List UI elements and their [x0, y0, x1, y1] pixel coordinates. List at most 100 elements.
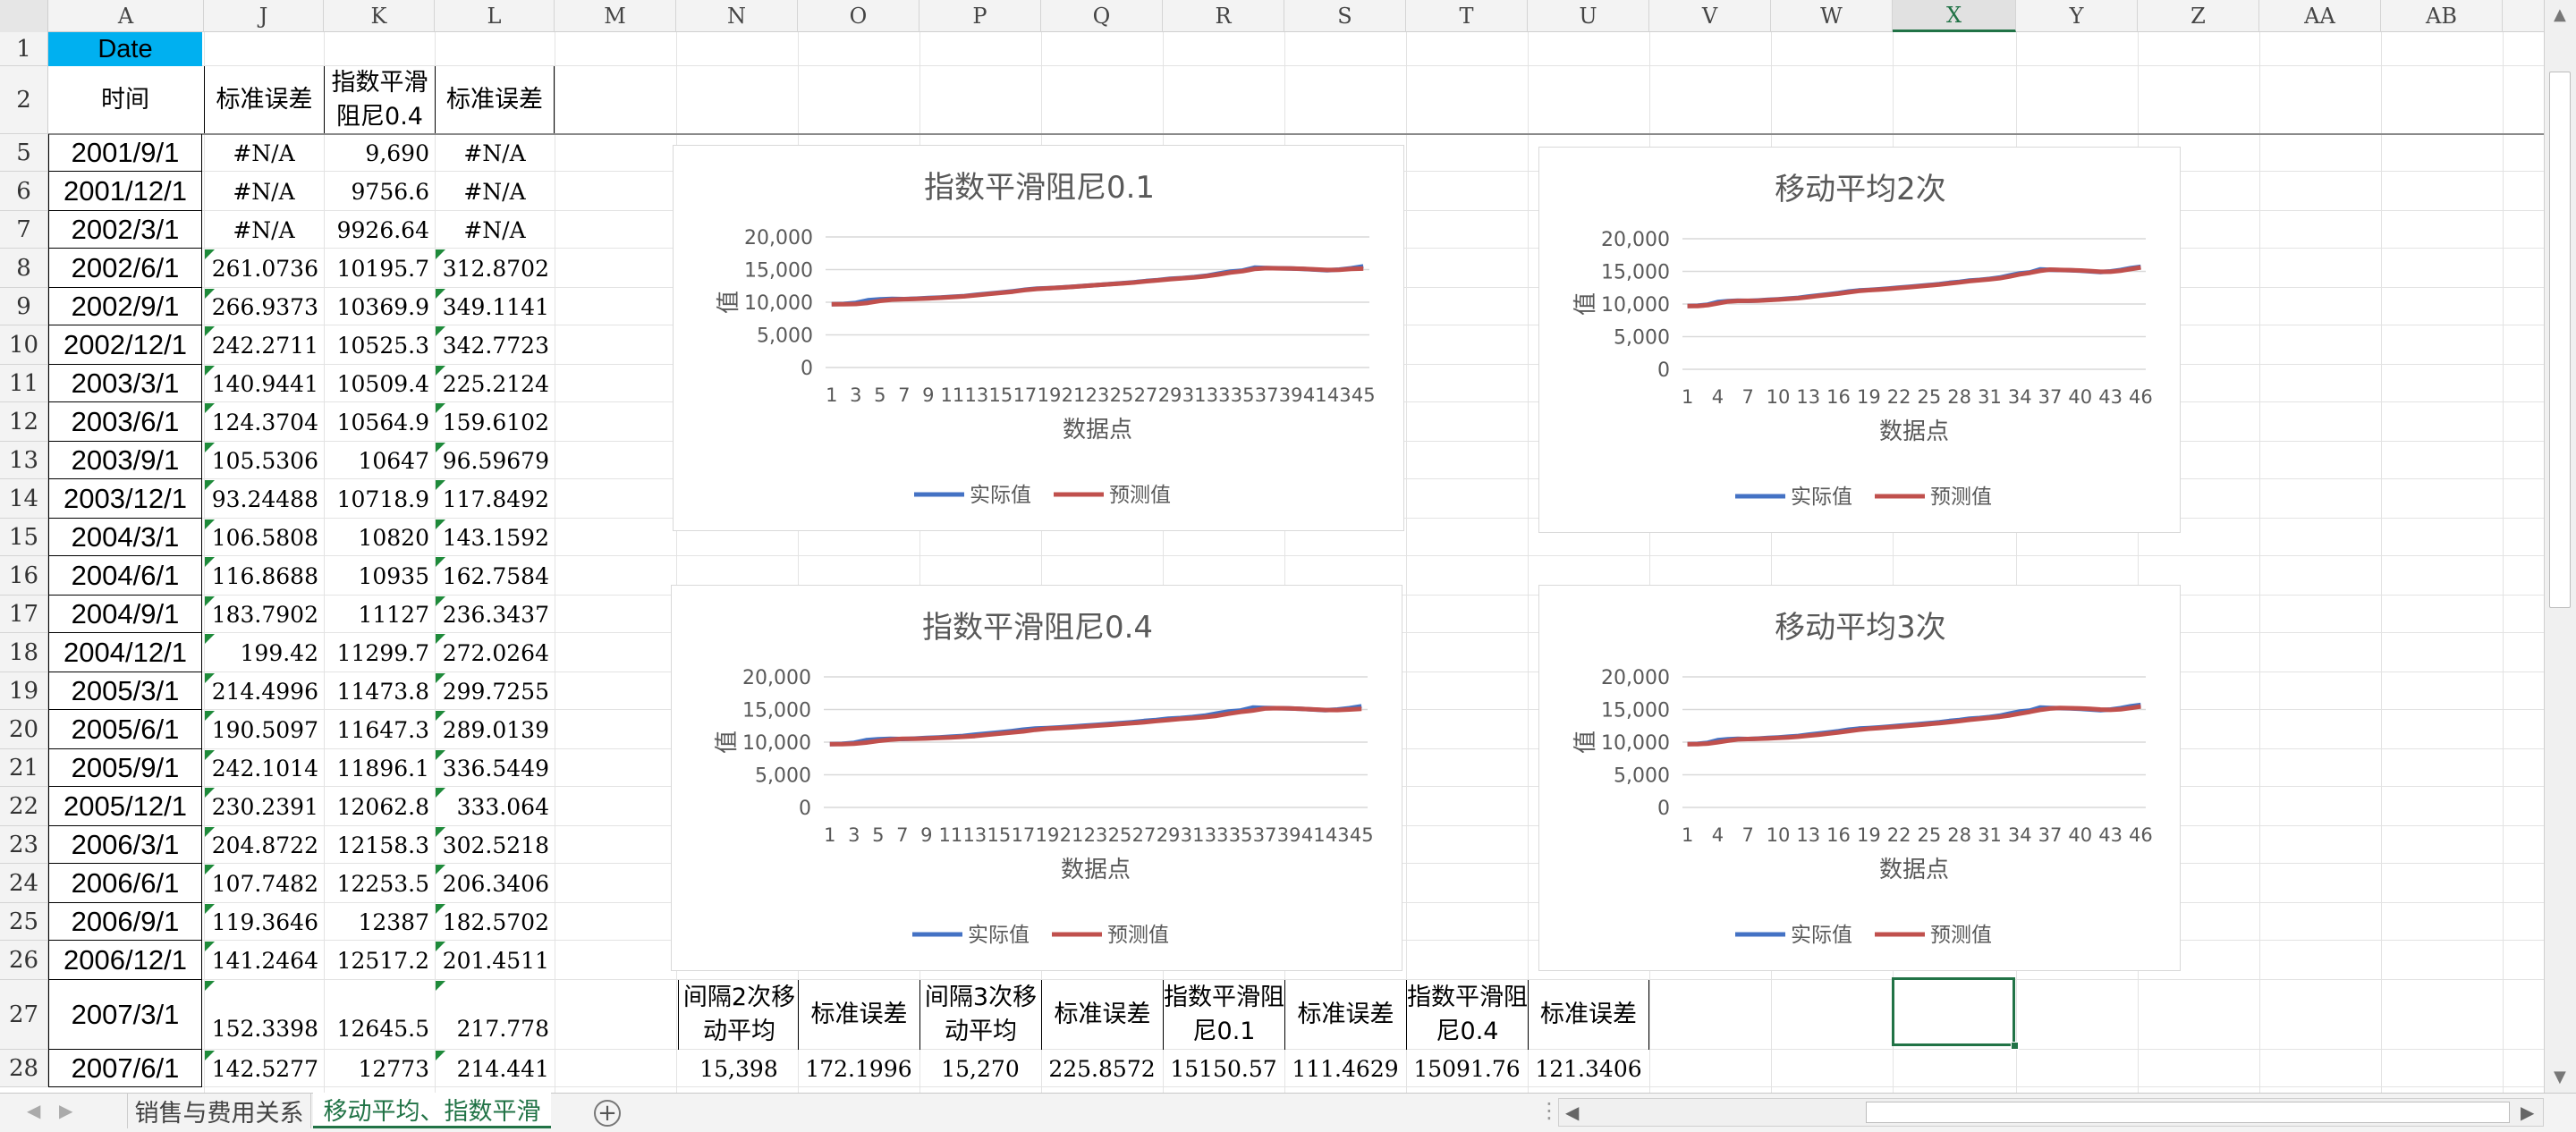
tab-sales-expense[interactable]: 销售与费用关系	[127, 1093, 311, 1128]
chart-exp-smoothing-0-1[interactable]: 指数平滑阻尼0.1 0 5,000 10,000 15,000 20,000 1 3 5 7 9 11…	[673, 145, 1404, 531]
date-cell[interactable]: 2004/6/1	[48, 556, 202, 596]
value-cell-l[interactable]: 159.6102	[435, 402, 555, 442]
value-cell-k[interactable]: 11299.7	[324, 633, 435, 672]
summary-value-cell[interactable]: 15150.57	[1163, 1050, 1284, 1087]
value-cell-k[interactable]: 11127	[324, 596, 435, 633]
date-cell[interactable]: 2001/9/1	[48, 134, 202, 172]
plus-circle-icon[interactable]: +	[594, 1100, 621, 1127]
value-cell-l[interactable]: 201.4511	[435, 941, 555, 980]
date-cell[interactable]: 2007/3/1	[48, 980, 202, 1050]
value-cell-j[interactable]: 230.2391	[204, 787, 324, 826]
value-cell-k[interactable]: 10647	[324, 442, 435, 479]
value-cell-k[interactable]: 11473.8	[324, 672, 435, 710]
scroll-down-icon[interactable]: ▼	[2554, 1068, 2566, 1086]
value-cell-l[interactable]: 236.3437	[435, 596, 555, 633]
summary-header-cell[interactable]: 指数平滑阻尼0.4	[1406, 980, 1528, 1050]
date-cell[interactable]: 2002/9/1	[48, 288, 202, 325]
summary-header-cell[interactable]: 标准误差	[1284, 980, 1406, 1050]
value-cell-k[interactable]: 10718.9	[324, 479, 435, 519]
column-header-r[interactable]: R	[1163, 0, 1284, 32]
value-cell-l[interactable]: #N/A	[435, 134, 555, 172]
row-header-2[interactable]: 2	[0, 66, 48, 134]
date-cell[interactable]: 2006/9/1	[48, 903, 202, 941]
row-header-27[interactable]: 27	[0, 980, 48, 1050]
date-cell[interactable]: 2005/9/1	[48, 749, 202, 787]
row-header-24[interactable]: 24	[0, 864, 48, 903]
summary-value-cell[interactable]: 15091.76	[1406, 1050, 1528, 1087]
date-cell[interactable]: 2002/3/1	[48, 211, 202, 249]
column-header-z[interactable]: Z	[2138, 0, 2259, 32]
summary-value-cell[interactable]: 15,270	[919, 1050, 1041, 1087]
row-header-25[interactable]: 25	[0, 903, 48, 941]
column-header-y[interactable]: Y	[2016, 0, 2138, 32]
value-cell-j[interactable]: 214.4996	[204, 672, 324, 710]
summary-header-cell[interactable]: 标准误差	[798, 980, 919, 1050]
value-cell-j[interactable]: 152.3398	[204, 1007, 324, 1050]
value-cell-k[interactable]: 10195.7	[324, 249, 435, 288]
value-cell-j[interactable]: 242.1014	[204, 749, 324, 787]
row-header-16[interactable]: 16	[0, 556, 48, 596]
value-cell-l[interactable]: 214.441	[435, 1050, 555, 1087]
value-cell-l[interactable]: 299.7255	[435, 672, 555, 710]
row-header-28[interactable]: 28	[0, 1050, 48, 1087]
value-cell-k[interactable]: 11896.1	[324, 749, 435, 787]
value-cell-j[interactable]: 106.5808	[204, 519, 324, 556]
row-header-23[interactable]: 23	[0, 826, 48, 864]
date-cell[interactable]: 2003/9/1	[48, 442, 202, 479]
value-cell-j[interactable]: 190.5097	[204, 710, 324, 749]
summary-value-cell[interactable]: 225.8572	[1041, 1050, 1163, 1087]
date-cell[interactable]: 2005/3/1	[48, 672, 202, 710]
value-cell-l[interactable]: 272.0264	[435, 633, 555, 672]
value-cell-l[interactable]: 162.7584	[435, 556, 555, 596]
row-header-15[interactable]: 15	[0, 519, 48, 556]
date-cell[interactable]: 2001/12/1	[48, 172, 202, 211]
value-cell-l[interactable]: 117.8492	[435, 479, 555, 519]
row-header-7[interactable]: 7	[0, 211, 48, 249]
row-header-19[interactable]: 19	[0, 672, 48, 710]
vertical-scroll-thumb[interactable]	[2549, 72, 2571, 608]
date-cell[interactable]: 2004/12/1	[48, 633, 202, 672]
chart-moving-average-3[interactable]: 移动平均3次 0 5,000 10,000 15,000 20,000 1 4 7 10 13 16 1…	[1538, 585, 2181, 971]
value-cell-l[interactable]: 349.1141	[435, 288, 555, 325]
header-k-exp-smoothing[interactable]: 指数平滑阻尼0.4	[324, 66, 435, 134]
value-cell-l[interactable]: 206.3406	[435, 864, 555, 903]
value-cell-l[interactable]: 225.2124	[435, 365, 555, 402]
value-cell-j[interactable]: 204.8722	[204, 826, 324, 864]
value-cell-j[interactable]: #N/A	[204, 211, 324, 249]
date-header-cell[interactable]: Date	[48, 32, 202, 66]
date-cell[interactable]: 2006/3/1	[48, 826, 202, 864]
column-header-v[interactable]: V	[1649, 0, 1771, 32]
value-cell-k[interactable]: 10564.9	[324, 402, 435, 442]
value-cell-j[interactable]: 140.9441	[204, 365, 324, 402]
column-header-ab[interactable]: AB	[2381, 0, 2503, 32]
value-cell-j[interactable]: 119.3646	[204, 903, 324, 941]
row-header-17[interactable]: 17	[0, 596, 48, 633]
header-l-std-error[interactable]: 标准误差	[435, 66, 555, 134]
header-j-std-error[interactable]: 标准误差	[204, 66, 324, 134]
date-cell[interactable]: 2004/9/1	[48, 596, 202, 633]
column-header-t[interactable]: T	[1406, 0, 1528, 32]
tab-scroll-right-icon[interactable]: ▶	[59, 1100, 72, 1121]
value-cell-j[interactable]: 242.2711	[204, 325, 324, 365]
date-cell[interactable]: 2002/12/1	[48, 325, 202, 365]
tab-moving-average[interactable]: 移动平均、指数平滑	[313, 1093, 551, 1128]
scroll-up-icon[interactable]: ▲	[2554, 5, 2566, 24]
column-header-x[interactable]: X	[1893, 0, 2016, 32]
value-cell-k[interactable]: 10525.3	[324, 325, 435, 365]
value-cell-j[interactable]: 93.24488	[204, 479, 324, 519]
value-cell-l[interactable]: 302.5218	[435, 826, 555, 864]
row-header-10[interactable]: 10	[0, 325, 48, 365]
column-header-w[interactable]: W	[1771, 0, 1893, 32]
row-header-6[interactable]: 6	[0, 172, 48, 211]
value-cell-k[interactable]: 12253.5	[324, 864, 435, 903]
value-cell-k[interactable]: 12517.2	[324, 941, 435, 980]
row-header-26[interactable]: 26	[0, 941, 48, 980]
value-cell-j[interactable]: 199.42	[204, 633, 324, 672]
row-header-5[interactable]: 5	[0, 134, 48, 172]
value-cell-l[interactable]: #N/A	[435, 172, 555, 211]
date-cell[interactable]: 2003/12/1	[48, 479, 202, 519]
value-cell-k[interactable]: 12387	[324, 903, 435, 941]
value-cell-l[interactable]: 289.0139	[435, 710, 555, 749]
horizontal-scroll-thumb[interactable]	[1866, 1102, 2510, 1123]
column-header-l[interactable]: L	[435, 0, 555, 32]
